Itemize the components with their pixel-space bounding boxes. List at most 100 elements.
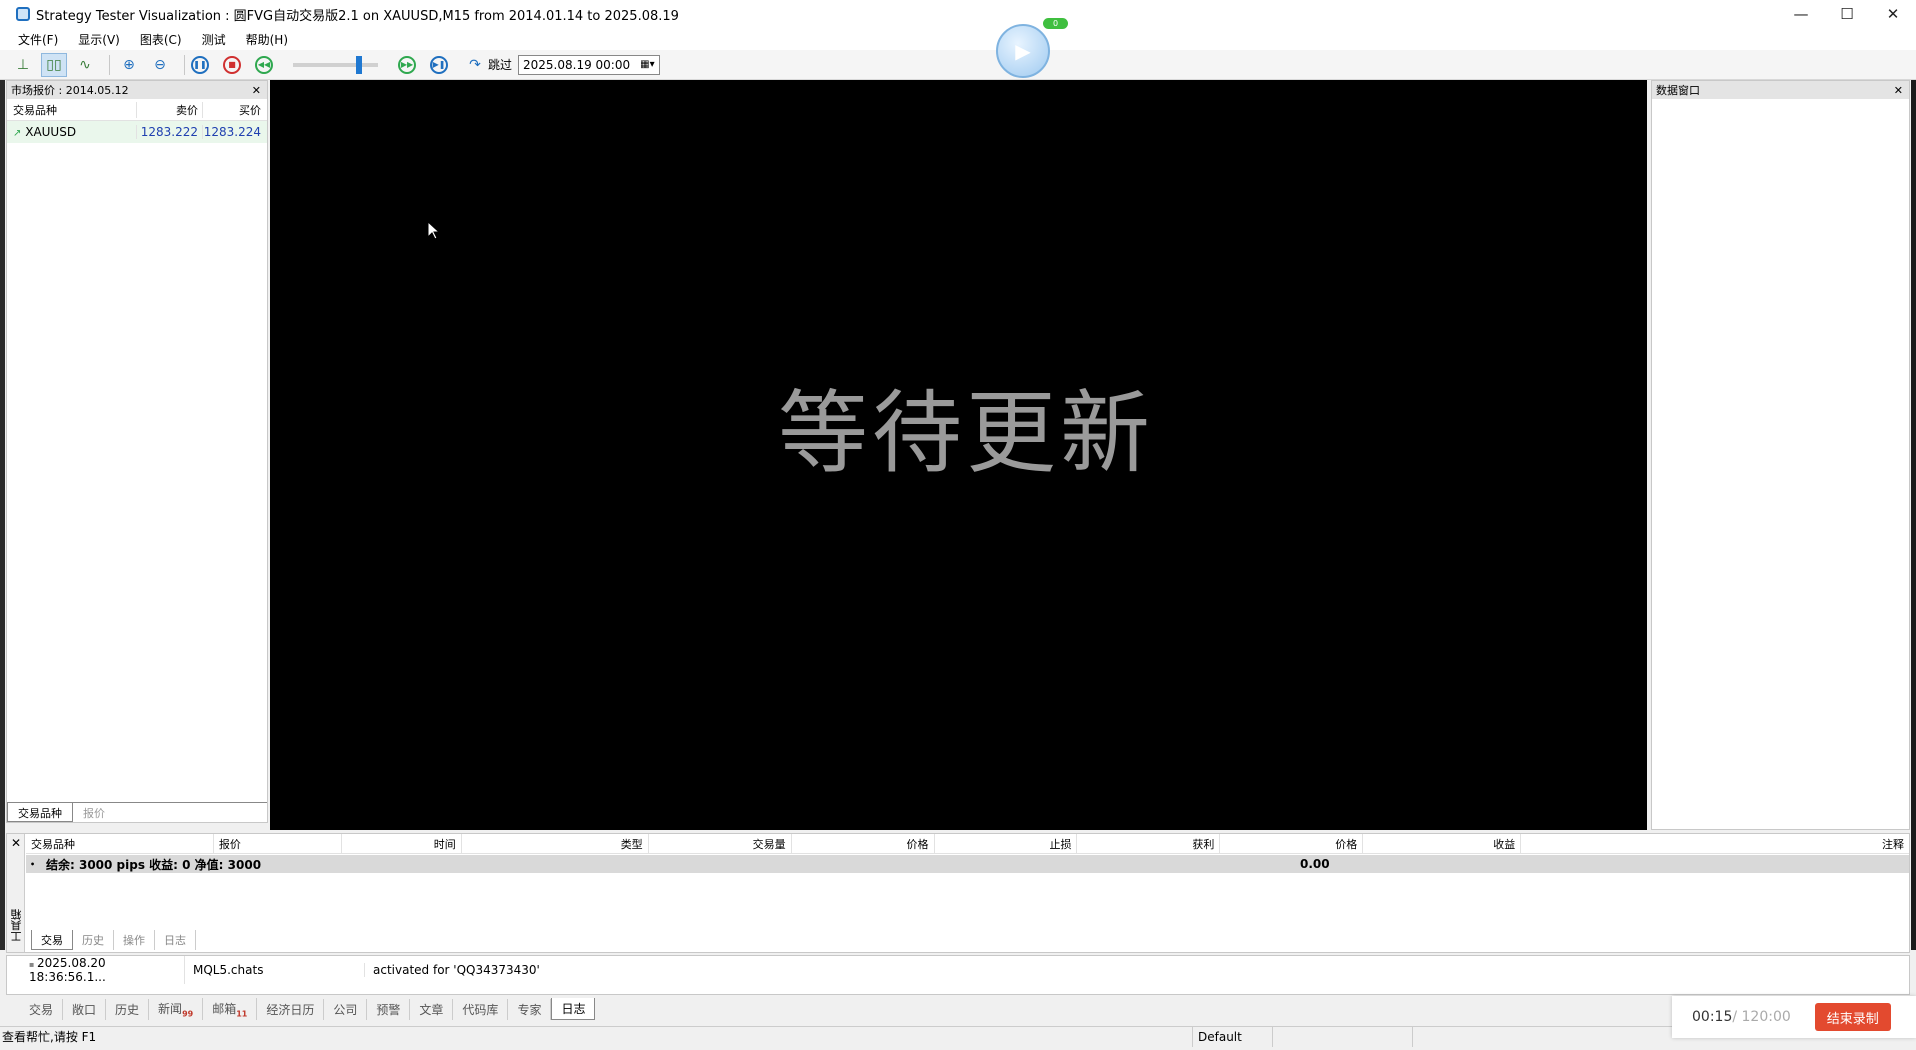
column-price[interactable]: 价格	[792, 833, 935, 854]
toolbox-panel: ✕ 工具箱 交易品种 报价 时间 类型 交易量 价格 止损 获利 价格 收益 注…	[6, 833, 1910, 953]
recording-elapsed: 00:15	[1692, 1009, 1733, 1025]
tab-trade[interactable]: 交易	[31, 930, 73, 950]
mailbox-badge: 11	[236, 1009, 248, 1019]
tab-trade[interactable]: 交易	[20, 998, 64, 1020]
column-ticket[interactable]: 报价	[214, 833, 342, 854]
tab-code-base[interactable]: 代码库	[453, 998, 509, 1020]
slider-thumb[interactable]	[356, 55, 362, 74]
minimize-button[interactable]: —	[1778, 0, 1824, 28]
menu-view[interactable]: 显示(V)	[68, 31, 130, 48]
menu-help[interactable]: 帮助(H)	[236, 31, 298, 48]
column-bid[interactable]: 卖价	[136, 101, 202, 118]
column-current-price[interactable]: 价格	[1220, 833, 1364, 854]
market-watch-row[interactable]: ↗ XAUUSD 1283.222 1283.224	[7, 121, 267, 143]
close-icon[interactable]: ✕	[1894, 84, 1903, 97]
tab-experts[interactable]: 专家	[508, 998, 552, 1020]
rewind-icon[interactable]: ◀◀	[255, 55, 273, 74]
toolbox-label: 工具箱	[10, 909, 23, 942]
journal-source: MQL5.chats	[185, 963, 365, 977]
market-watch-header: 市场报价 : 2014.05.12 ✕	[7, 81, 267, 99]
tab-articles[interactable]: 文章	[410, 998, 454, 1020]
app-icon	[16, 7, 30, 21]
balance-summary-row[interactable]: • 结余: 3000 pips 收益: 0 净值: 3000 0.00	[26, 855, 1909, 873]
stop-icon[interactable]: ■	[223, 55, 241, 74]
trend-up-icon: ↗	[13, 128, 22, 139]
close-button[interactable]: ✕	[1870, 0, 1916, 28]
status-segment	[1272, 1026, 1412, 1047]
tab-alerts[interactable]: 预警	[367, 998, 411, 1020]
journal-panel: ▪ 2025.08.20 18:36:56.1... MQL5.chats ac…	[6, 955, 1910, 995]
column-symbol[interactable]: 交易品种	[26, 833, 214, 854]
tab-history[interactable]: 历史	[106, 998, 150, 1020]
column-type[interactable]: 类型	[462, 833, 649, 854]
line-chart-icon[interactable]: ∿	[72, 53, 98, 77]
journal-time: ▪ 2025.08.20 18:36:56.1...	[21, 956, 185, 984]
column-take-profit[interactable]: 获利	[1077, 833, 1221, 854]
skip-to-end-icon[interactable]: ▶❚	[430, 55, 448, 74]
column-volume[interactable]: 交易量	[649, 833, 792, 854]
journal-row[interactable]: ▪ 2025.08.20 18:36:56.1... MQL5.chats ac…	[21, 956, 548, 984]
menu-bar: 文件(F) 显示(V) 图表(C) 测试 帮助(H)	[0, 28, 1916, 50]
tab-journal[interactable]: 日志	[155, 930, 196, 950]
zoom-out-icon[interactable]: ⊖	[147, 53, 173, 77]
column-time[interactable]: 时间	[342, 833, 462, 854]
left-edge	[0, 80, 5, 950]
ask-cell: 1283.224	[202, 125, 267, 139]
column-profit[interactable]: 收益	[1363, 833, 1522, 854]
tab-calendar[interactable]: 经济日历	[257, 998, 325, 1020]
waiting-update-text: 等待更新	[778, 381, 1154, 486]
pause-icon[interactable]: ❚❚	[191, 55, 209, 74]
summary-profit: 0.00	[1300, 857, 1330, 871]
bar-chart-icon[interactable]: ⊥	[10, 53, 36, 77]
recording-widget: 00:15 / 120:00 结束录制	[1672, 996, 1916, 1038]
tab-news[interactable]: 新闻99	[149, 997, 204, 1021]
play-button[interactable]: ▶	[996, 24, 1050, 78]
menu-test[interactable]: 测试	[192, 31, 236, 48]
close-icon[interactable]: ✕	[252, 84, 261, 97]
column-symbol[interactable]: 交易品种	[7, 102, 136, 118]
symbol-cell: ↗ XAUUSD	[7, 125, 136, 139]
skip-icon[interactable]: ↷	[462, 53, 488, 77]
window-controls: — ☐ ✕	[1778, 0, 1916, 28]
journal-message: activated for 'QQ34373430'	[373, 963, 540, 977]
toolbox-side: ✕ 工具箱	[7, 834, 25, 952]
speed-slider[interactable]	[293, 55, 378, 74]
play-badge: 0	[1043, 18, 1068, 29]
status-bar: 查看帮忙,请按 F1 Default	[0, 1026, 1916, 1047]
menu-file[interactable]: 文件(F)	[8, 31, 68, 48]
tab-mailbox[interactable]: 邮箱11	[203, 997, 258, 1021]
symbol-name: XAUUSD	[25, 125, 77, 139]
right-edge	[1911, 80, 1916, 950]
fast-forward-icon[interactable]: ▶▶	[398, 55, 416, 74]
tab-symbols[interactable]: 交易品种	[7, 803, 73, 822]
column-stop-loss[interactable]: 止损	[935, 833, 1078, 854]
column-comment[interactable]: 注释	[1521, 834, 1909, 854]
tab-operations[interactable]: 操作	[114, 930, 155, 950]
tab-exposure[interactable]: 敞口	[63, 998, 107, 1020]
tab-history[interactable]: 历史	[73, 930, 114, 950]
market-watch-columns: 交易品种 卖价 买价	[7, 99, 267, 121]
recording-total: / 120:00	[1732, 1009, 1791, 1025]
menu-charts[interactable]: 图表(C)	[130, 31, 192, 48]
tab-company[interactable]: 公司	[324, 998, 368, 1020]
tab-journal[interactable]: 日志	[551, 998, 596, 1020]
chart-area[interactable]: 等待更新	[270, 80, 1647, 830]
close-icon[interactable]: ✕	[11, 836, 21, 850]
skip-date-input[interactable]: 2025.08.19 00:00 ▦▾	[518, 54, 660, 75]
toolbar: ⊥ ▯▯ ∿ ⊕ ⊖ ❚❚ ■ ◀◀ ▶▶ ▶❚ ↷ 跳过 2025.08.19…	[0, 50, 1916, 80]
candlestick-icon[interactable]: ▯▯	[41, 52, 67, 77]
stop-recording-button[interactable]: 结束录制	[1814, 1003, 1891, 1031]
zoom-in-icon[interactable]: ⊕	[116, 53, 142, 77]
toolbar-separator	[184, 54, 185, 75]
calendar-dropdown-icon[interactable]: ▦▾	[640, 59, 654, 70]
column-ask[interactable]: 买价	[202, 101, 267, 118]
journal-time-text: 2025.08.20 18:36:56.1...	[29, 956, 106, 984]
maximize-button[interactable]: ☐	[1824, 0, 1870, 28]
tab-quotes[interactable]: 报价	[73, 803, 115, 822]
bullet-icon: •	[30, 859, 36, 869]
data-window-title: 数据窗口	[1656, 84, 1700, 97]
balance-summary: 结余: 3000 pips 收益: 0 净值: 3000	[46, 857, 262, 872]
play-icon: ▶	[1015, 39, 1031, 63]
skip-label[interactable]: 跳过	[488, 56, 512, 73]
toolbox-tabs: 交易 历史 操作 日志	[31, 930, 196, 950]
